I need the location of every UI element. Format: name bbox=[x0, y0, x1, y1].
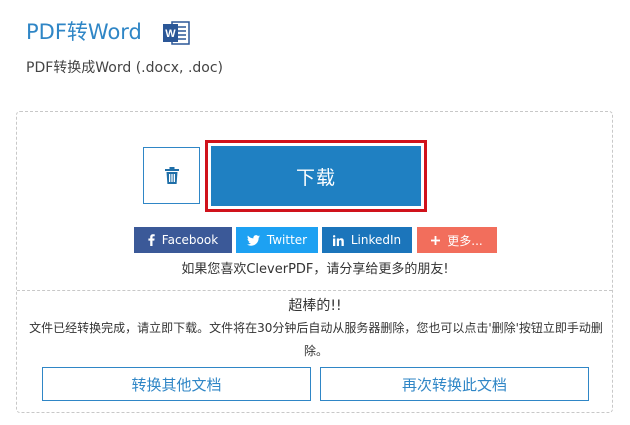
facebook-icon bbox=[148, 234, 155, 246]
twitter-label: Twitter bbox=[266, 233, 308, 247]
linkedin-icon bbox=[332, 234, 344, 246]
twitter-icon bbox=[246, 234, 260, 246]
share-twitter-button[interactable]: Twitter bbox=[236, 227, 318, 253]
page: PDF转Word W PDF转换成Word (.docx, .doc) 下载 F… bbox=[0, 0, 630, 425]
share-note: 如果您喜欢CleverPDF，请分享给更多的朋友! bbox=[181, 262, 449, 277]
plus-icon bbox=[431, 235, 441, 245]
page-title: PDF转Word bbox=[26, 20, 142, 44]
page-subtitle: PDF转换成Word (.docx, .doc) bbox=[26, 60, 224, 76]
share-linkedin-button[interactable]: LinkedIn bbox=[322, 227, 412, 253]
success-message: 文件已经转换完成，请立即下载。文件将在30分钟后自动从服务器删除，您也可以点击'… bbox=[29, 321, 603, 358]
share-facebook-button[interactable]: Facebook bbox=[134, 227, 232, 253]
panel-divider bbox=[17, 290, 612, 291]
facebook-label: Facebook bbox=[161, 233, 219, 247]
word-icon-letter: W bbox=[165, 28, 176, 40]
linkedin-label: LinkedIn bbox=[350, 233, 402, 247]
delete-button[interactable] bbox=[143, 147, 200, 204]
more-label: 更多... bbox=[447, 233, 483, 248]
convert-other-button[interactable]: 转换其他文档 bbox=[42, 367, 311, 401]
convert-again-button[interactable]: 再次转换此文档 bbox=[320, 367, 589, 401]
word-icon: W bbox=[163, 21, 190, 45]
success-title: 超棒的!! bbox=[288, 298, 342, 314]
share-more-button[interactable]: 更多... bbox=[417, 227, 497, 253]
trash-icon bbox=[164, 166, 179, 184]
download-button[interactable]: 下载 bbox=[211, 146, 421, 206]
